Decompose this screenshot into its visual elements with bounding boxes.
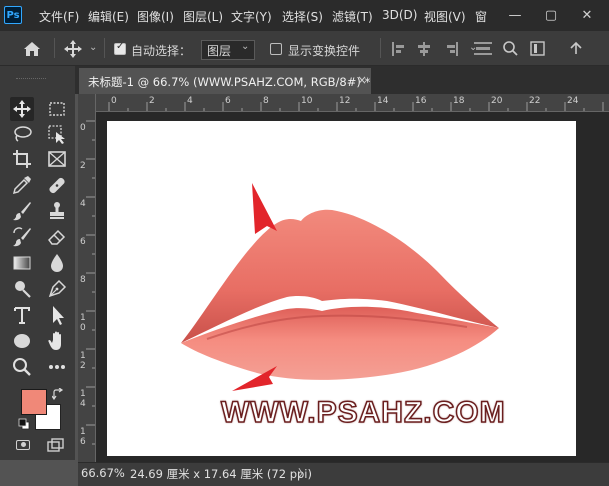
path-selection-tool-icon[interactable]: [45, 303, 69, 327]
ruler-label: 6: [225, 96, 231, 106]
hand-tool-icon[interactable]: [45, 329, 69, 353]
move-tool-preset-icon[interactable]: [63, 39, 83, 59]
type-tool-icon[interactable]: [10, 303, 34, 327]
crop-tool-icon[interactable]: [10, 147, 34, 171]
auto-select-checkbox[interactable]: [114, 41, 126, 55]
menu-edit[interactable]: 编辑(E): [88, 8, 129, 25]
ruler-label: 14: [377, 96, 389, 106]
zoom-tool-icon[interactable]: [10, 355, 34, 379]
ruler-label: 8: [80, 275, 86, 285]
blur-tool-icon[interactable]: [45, 251, 69, 275]
quick-mask-icon[interactable]: [16, 440, 30, 450]
status-menu-arrow-icon[interactable]: 〉: [298, 465, 309, 481]
ruler-label: 18: [453, 96, 465, 106]
pen-tool-icon[interactable]: [45, 277, 69, 301]
ruler-label: 16: [415, 96, 427, 106]
ruler-label: 22: [529, 96, 541, 106]
menu-filter[interactable]: 滤镜(T): [332, 8, 373, 25]
menu-window[interactable]: 窗: [475, 8, 487, 25]
home-icon[interactable]: [22, 40, 42, 58]
menu-3d[interactable]: 3D(D): [382, 8, 417, 22]
ruler-label: 0: [111, 96, 117, 106]
ruler-label: 0: [80, 123, 86, 133]
eyedropper-tool-icon[interactable]: [10, 173, 34, 197]
show-transform-checkbox[interactable]: [270, 43, 282, 55]
brush-tool-icon[interactable]: [10, 199, 34, 223]
ruler-label: 24: [567, 96, 579, 106]
object-select-tool-icon[interactable]: [45, 122, 69, 146]
gradient-tool-icon[interactable]: [10, 251, 34, 275]
swap-colors-icon[interactable]: [52, 388, 64, 400]
clone-stamp-tool-icon[interactable]: [45, 199, 69, 223]
document-tab-title: 未标题-1 @ 66.7% (WWW.PSAHZ.COM, RGB/8#) *: [88, 75, 371, 89]
foreground-color-swatch[interactable]: [21, 389, 47, 415]
ruler-label: 12: [339, 96, 351, 106]
ruler-label: 10: [301, 96, 313, 106]
ruler-label: 1 4: [80, 389, 86, 409]
healing-brush-tool-icon[interactable]: [45, 173, 69, 197]
document-canvas[interactable]: WWW.PSAHZ.COM: [107, 121, 576, 456]
marquee-tool-icon[interactable]: [45, 97, 69, 121]
lasso-tool-icon[interactable]: [10, 122, 34, 146]
auto-select-target-value: 图层: [207, 44, 232, 58]
ruler-label: 8: [263, 96, 269, 106]
history-brush-tool-icon[interactable]: [10, 225, 34, 249]
horizontal-ruler[interactable]: 0 2 4 6 8 10 12 14 16 18 20 22 24: [96, 94, 609, 112]
ruler-label: 1 6: [80, 427, 86, 447]
ruler-label: 20: [491, 96, 503, 106]
document-info: 24.69 厘米 x 17.64 厘米 (72 ppi): [130, 467, 312, 481]
auto-select-label: 自动选择：: [131, 44, 192, 58]
close-window-button[interactable]: ✕: [569, 0, 605, 31]
menu-image[interactable]: 图像(I): [137, 8, 174, 25]
ruler-label: 4: [187, 96, 193, 106]
ruler-label: 2: [80, 161, 86, 171]
ruler-label: 2: [149, 96, 155, 106]
photoshop-logo: Ps: [4, 6, 22, 24]
ruler-label: 1 2: [80, 351, 86, 371]
menu-layer[interactable]: 图层(L): [183, 8, 223, 25]
move-tool-icon[interactable]: [10, 97, 34, 121]
align-icons-group: [392, 41, 582, 56]
panel-grip: [16, 78, 46, 81]
show-transform-label: 显示变换控件: [288, 44, 361, 58]
menu-type[interactable]: 文字(Y): [231, 8, 272, 25]
options-divider: [380, 38, 381, 58]
minimize-button[interactable]: —: [497, 0, 533, 31]
chevron-down-icon[interactable]: ⌄: [469, 42, 477, 53]
restore-button[interactable]: ▢: [533, 0, 569, 31]
ruler-label: 6: [80, 237, 86, 247]
options-divider: [104, 38, 105, 58]
ruler-label: 1 0: [80, 313, 86, 333]
ruler-label: 4: [80, 199, 86, 209]
chevron-down-icon: ⌄: [241, 41, 250, 52]
vertical-ruler[interactable]: 0 2 4 6 8 1 0 1 2 1 4 1 6: [78, 94, 96, 462]
menu-view[interactable]: 视图(V): [424, 8, 466, 25]
menu-file[interactable]: 文件(F): [39, 8, 79, 25]
default-colors-icon[interactable]: [18, 418, 30, 430]
ellipse-tool-icon[interactable]: [10, 329, 34, 353]
screen-mode-icon[interactable]: [47, 438, 65, 452]
frame-tool-icon[interactable]: [45, 147, 69, 171]
chevron-down-icon[interactable]: ⌄: [89, 42, 97, 53]
zoom-level[interactable]: 66.67%: [81, 466, 125, 480]
options-divider: [54, 38, 55, 58]
more-tools-icon[interactable]: [45, 355, 69, 379]
menu-select[interactable]: 选择(S): [282, 8, 323, 25]
watermark-text: WWW.PSAHZ.COM: [220, 395, 506, 430]
close-tab-icon[interactable]: ×: [357, 73, 367, 87]
dodge-tool-icon[interactable]: [10, 277, 34, 301]
eraser-tool-icon[interactable]: [45, 225, 69, 249]
